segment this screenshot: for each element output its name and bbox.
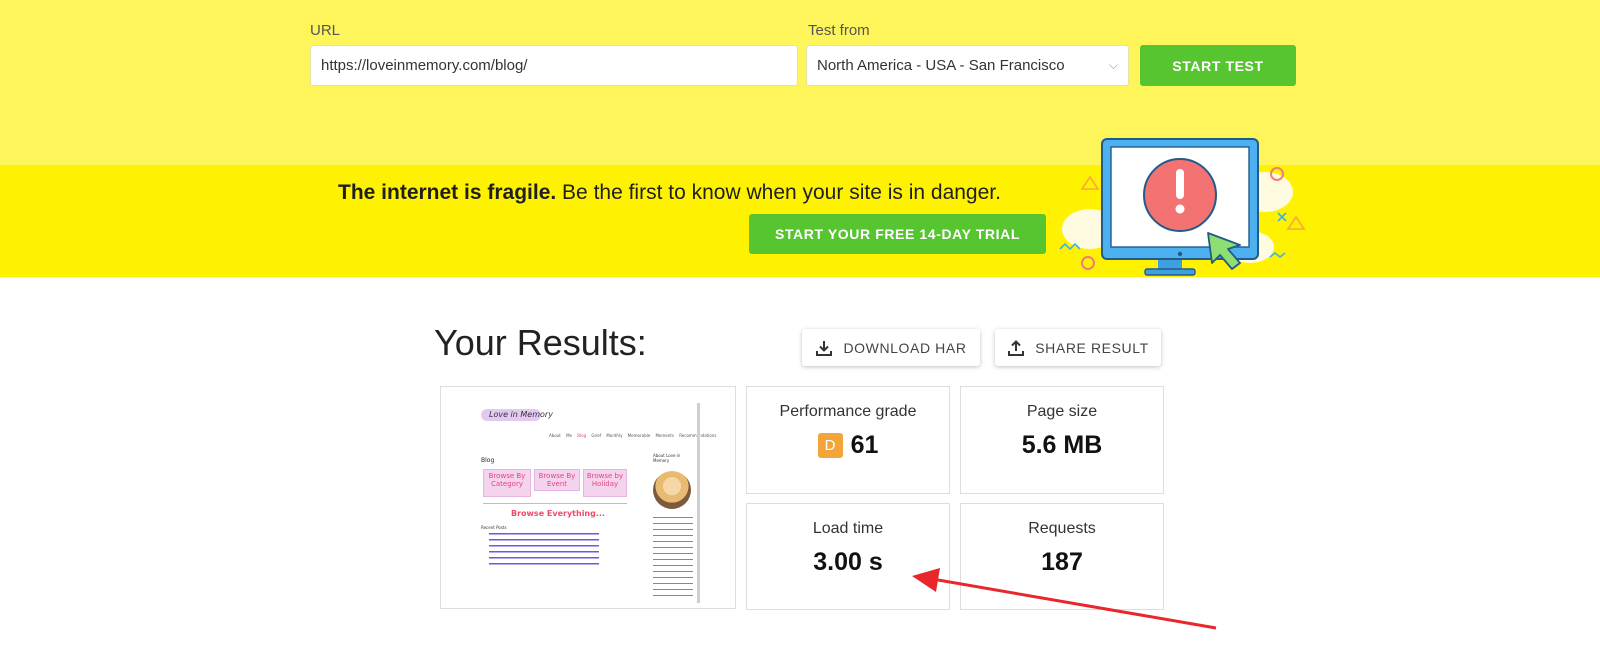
red-annotation-arrow bbox=[912, 568, 1217, 630]
